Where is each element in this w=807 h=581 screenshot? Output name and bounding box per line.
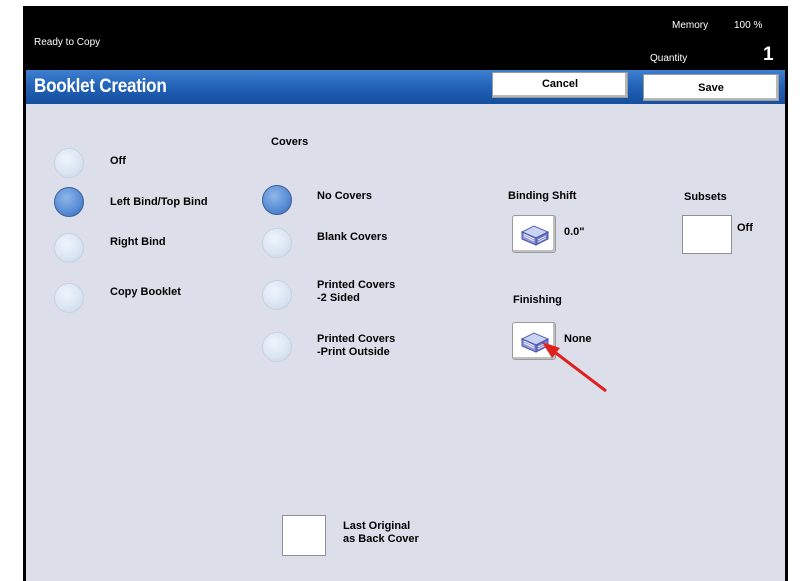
radio-right-bind[interactable] xyxy=(54,233,84,263)
option-label-right-bind: Right Bind xyxy=(110,236,166,248)
radio-copy-booklet[interactable] xyxy=(54,283,84,313)
quantity-value: 1 xyxy=(763,44,774,65)
covers-heading: Covers xyxy=(271,136,309,148)
status-bar: Ready to Copy Memory 100 % Quantity 1 xyxy=(26,8,785,70)
title-bar: Booklet Creation Cancel Save xyxy=(26,70,785,104)
option-label-left-bind: Left Bind/Top Bind xyxy=(110,196,208,208)
last-original-label: Last Original as Back Cover xyxy=(343,520,419,545)
radio-no-covers[interactable] xyxy=(262,185,292,215)
subsets-value: Off xyxy=(737,222,753,234)
finishing-label: Finishing xyxy=(513,294,562,306)
radio-printed-covers-print-outside[interactable] xyxy=(262,332,292,362)
binding-shift-label: Binding Shift xyxy=(508,190,577,202)
option-label-off: Off xyxy=(110,155,126,167)
binding-shift-button[interactable] xyxy=(512,215,556,253)
cancel-button[interactable]: Cancel xyxy=(492,72,628,98)
quantity-label: Quantity xyxy=(650,53,688,64)
option-label-copy-booklet: Copy Booklet xyxy=(110,286,181,298)
cover-label-no-covers: No Covers xyxy=(317,190,373,202)
save-button[interactable]: Save xyxy=(643,74,779,101)
page-title: Booklet Creation xyxy=(34,76,167,97)
radio-printed-covers-2-sided[interactable] xyxy=(262,280,292,310)
cover-label-printed-print-outside: Printed Covers -Print Outside xyxy=(317,333,396,358)
machine-status: Ready to Copy xyxy=(34,37,101,48)
subsets-label: Subsets xyxy=(684,191,727,203)
booklet-options-panel: Off Left Bind/Top Bind Right Bind Copy B… xyxy=(26,104,785,581)
radio-off[interactable] xyxy=(54,148,84,178)
radio-left-bind-top-bind[interactable] xyxy=(54,187,84,217)
memory-value: 100 % xyxy=(734,20,763,31)
cover-label-blank-covers: Blank Covers xyxy=(317,231,388,243)
binding-shift-value: 0.0" xyxy=(564,226,585,238)
cover-label-printed-2-sided: Printed Covers -2 Sided xyxy=(317,279,396,304)
pages-icon xyxy=(520,225,550,246)
last-original-checkbox[interactable] xyxy=(282,515,326,556)
subsets-button[interactable] xyxy=(682,215,732,254)
radio-blank-covers[interactable] xyxy=(262,228,292,258)
annotation-arrow-icon xyxy=(542,342,607,393)
memory-label: Memory xyxy=(672,20,709,31)
